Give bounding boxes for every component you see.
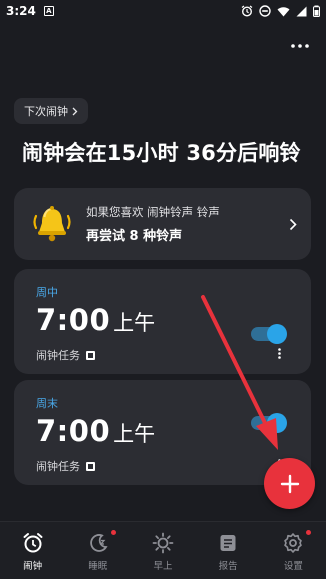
nav-item-morning[interactable]: 早上 bbox=[133, 532, 193, 572]
alarm-ampm: 上午 bbox=[113, 311, 156, 335]
gear-icon bbox=[284, 533, 303, 553]
alarm-time: 7:00 上午 bbox=[36, 414, 155, 448]
nav-item-report[interactable]: 报告 bbox=[198, 532, 258, 572]
report-icon bbox=[220, 535, 236, 551]
moon-icon bbox=[89, 534, 108, 552]
alarm-ampm: 上午 bbox=[113, 422, 156, 446]
alarm-status-icon bbox=[241, 5, 253, 17]
nav-label: 睡眠 bbox=[88, 561, 108, 572]
alarm-toggle[interactable] bbox=[251, 413, 287, 433]
next-alarm-headline: 闹钟会在15小时 36分后响铃 bbox=[22, 141, 301, 165]
alarm-toggle[interactable] bbox=[251, 324, 287, 344]
nav-item-sleep[interactable]: 睡眠 bbox=[68, 530, 128, 572]
alarm-mission: 闹钟任务 bbox=[36, 458, 95, 474]
nav-label: 早上 bbox=[153, 561, 173, 572]
toggle-knob bbox=[267, 324, 287, 344]
alarm-days: 周末 bbox=[36, 397, 58, 410]
nav-item-alarm[interactable]: 闹钟 bbox=[3, 532, 63, 572]
alarm-mission: 闹钟任务 bbox=[36, 347, 95, 363]
plus-icon bbox=[280, 474, 299, 493]
more-options-button[interactable] bbox=[288, 36, 312, 56]
chevron-right-icon bbox=[289, 218, 297, 230]
mission-icon bbox=[86, 350, 95, 360]
mission-icon bbox=[86, 461, 95, 471]
promo-title: 再尝试 8 种铃声 bbox=[86, 229, 183, 244]
promo-subtitle: 如果您喜欢 闹钟铃声 铃声 bbox=[86, 205, 220, 219]
wifi-icon bbox=[277, 6, 290, 16]
alarm-clock-icon bbox=[23, 533, 43, 553]
next-alarm-chip-label: 下次闹钟 bbox=[24, 105, 68, 118]
more-vertical-icon bbox=[277, 347, 281, 359]
signal-icon bbox=[296, 6, 307, 16]
more-horizontal-icon bbox=[291, 44, 309, 48]
alarm-mission-label: 闹钟任务 bbox=[36, 349, 80, 362]
bell-icon bbox=[33, 206, 71, 242]
alarm-time: 7:00 上午 bbox=[36, 303, 155, 337]
notification-badge bbox=[110, 530, 116, 535]
nav-label: 报告 bbox=[218, 561, 238, 572]
app-notification-icon: A bbox=[43, 6, 54, 16]
alarm-mission-label: 闹钟任务 bbox=[36, 460, 80, 473]
alarm-card-weekday[interactable]: 周中 7:00 上午 闹钟任务 bbox=[14, 269, 311, 374]
next-alarm-chip[interactable]: 下次闹钟 bbox=[14, 98, 88, 124]
promo-text: 如果您喜欢 闹钟铃声 铃声 再尝试 8 种铃声 bbox=[86, 204, 289, 244]
ringtone-promo-card[interactable]: 如果您喜欢 闹钟铃声 铃声 再尝试 8 种铃声 bbox=[14, 188, 311, 260]
nav-label: 闹钟 bbox=[23, 561, 43, 572]
status-bar: 3:24 A bbox=[0, 0, 326, 22]
nav-label: 设置 bbox=[283, 561, 303, 572]
alarm-card-weekend[interactable]: 周末 7:00 上午 闹钟任务 bbox=[14, 380, 311, 485]
nav-item-settings[interactable]: 设置 bbox=[263, 530, 323, 572]
toggle-knob bbox=[267, 413, 287, 433]
alarm-more-button[interactable] bbox=[273, 345, 285, 361]
bottom-nav: 闹钟 睡眠 早上 报告 设置 bbox=[0, 521, 326, 579]
battery-icon bbox=[313, 5, 320, 17]
sun-icon bbox=[152, 532, 174, 554]
alarm-time-value: 7:00 bbox=[36, 303, 111, 337]
status-time: 3:24 bbox=[6, 4, 36, 18]
chevron-right-icon bbox=[72, 107, 78, 115]
dnd-status-icon bbox=[259, 5, 271, 17]
alarm-days: 周中 bbox=[36, 286, 58, 299]
add-alarm-button[interactable] bbox=[264, 458, 315, 509]
status-icons bbox=[241, 5, 320, 17]
alarm-time-value: 7:00 bbox=[36, 414, 111, 448]
notification-badge bbox=[306, 530, 312, 535]
